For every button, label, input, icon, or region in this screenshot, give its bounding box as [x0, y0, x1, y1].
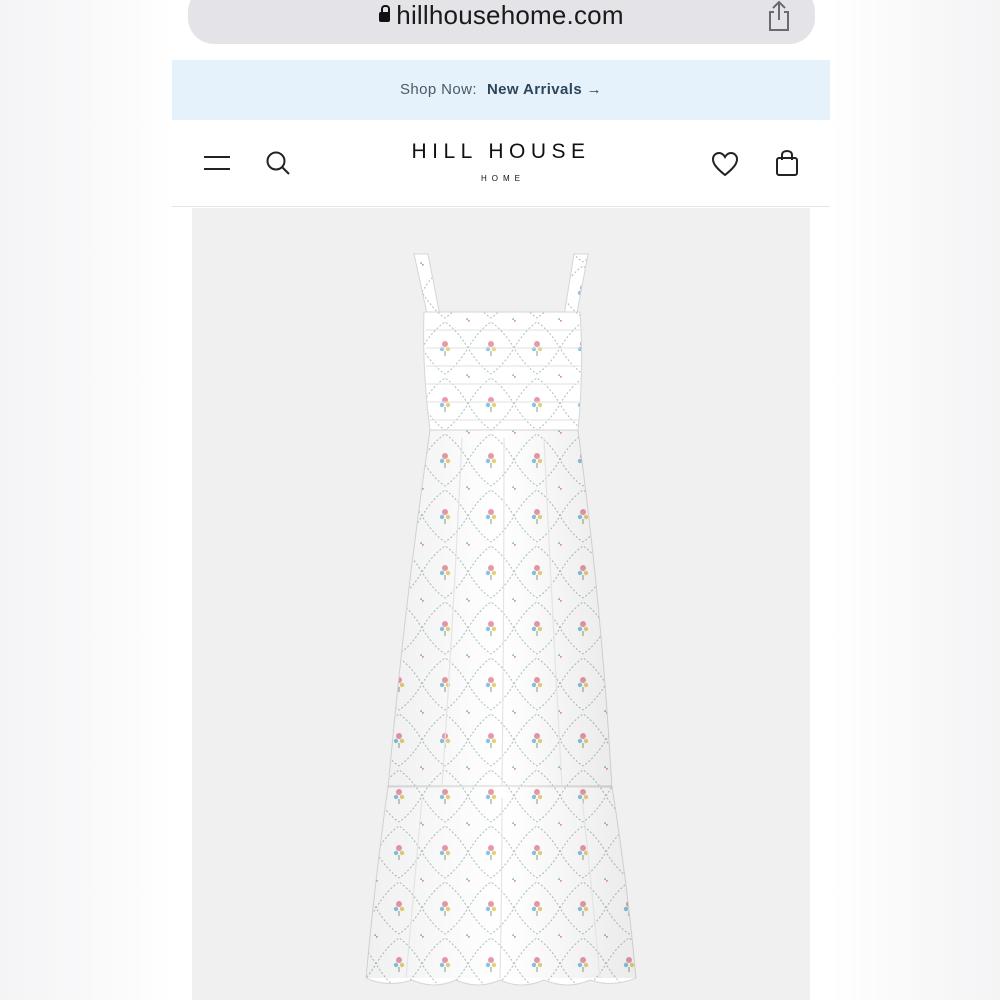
background-left	[0, 0, 172, 1000]
new-arrivals-link[interactable]: New Arrivals →	[487, 81, 602, 98]
dress-illustration	[365, 253, 637, 986]
shopping-bag-icon[interactable]	[775, 149, 799, 177]
mobile-page: hillhousehome.com Shop Now: New Arrivals …	[172, 0, 830, 1000]
url-text: hillhousehome.com	[396, 0, 624, 30]
site-header: HILL HOUSE HOME	[172, 120, 830, 207]
share-icon[interactable]	[765, 0, 793, 32]
product-image[interactable]	[192, 208, 810, 1000]
background-right	[830, 0, 1000, 1000]
lock-icon	[379, 5, 391, 22]
promo-banner[interactable]: Shop Now: New Arrivals →	[172, 60, 830, 120]
heart-icon[interactable]	[711, 151, 739, 177]
arrow-right-icon: →	[586, 81, 603, 98]
url-display[interactable]: hillhousehome.com	[188, 0, 815, 31]
banner-prefix: Shop Now:	[399, 81, 477, 98]
browser-address-bar[interactable]: hillhousehome.com	[188, 0, 815, 44]
